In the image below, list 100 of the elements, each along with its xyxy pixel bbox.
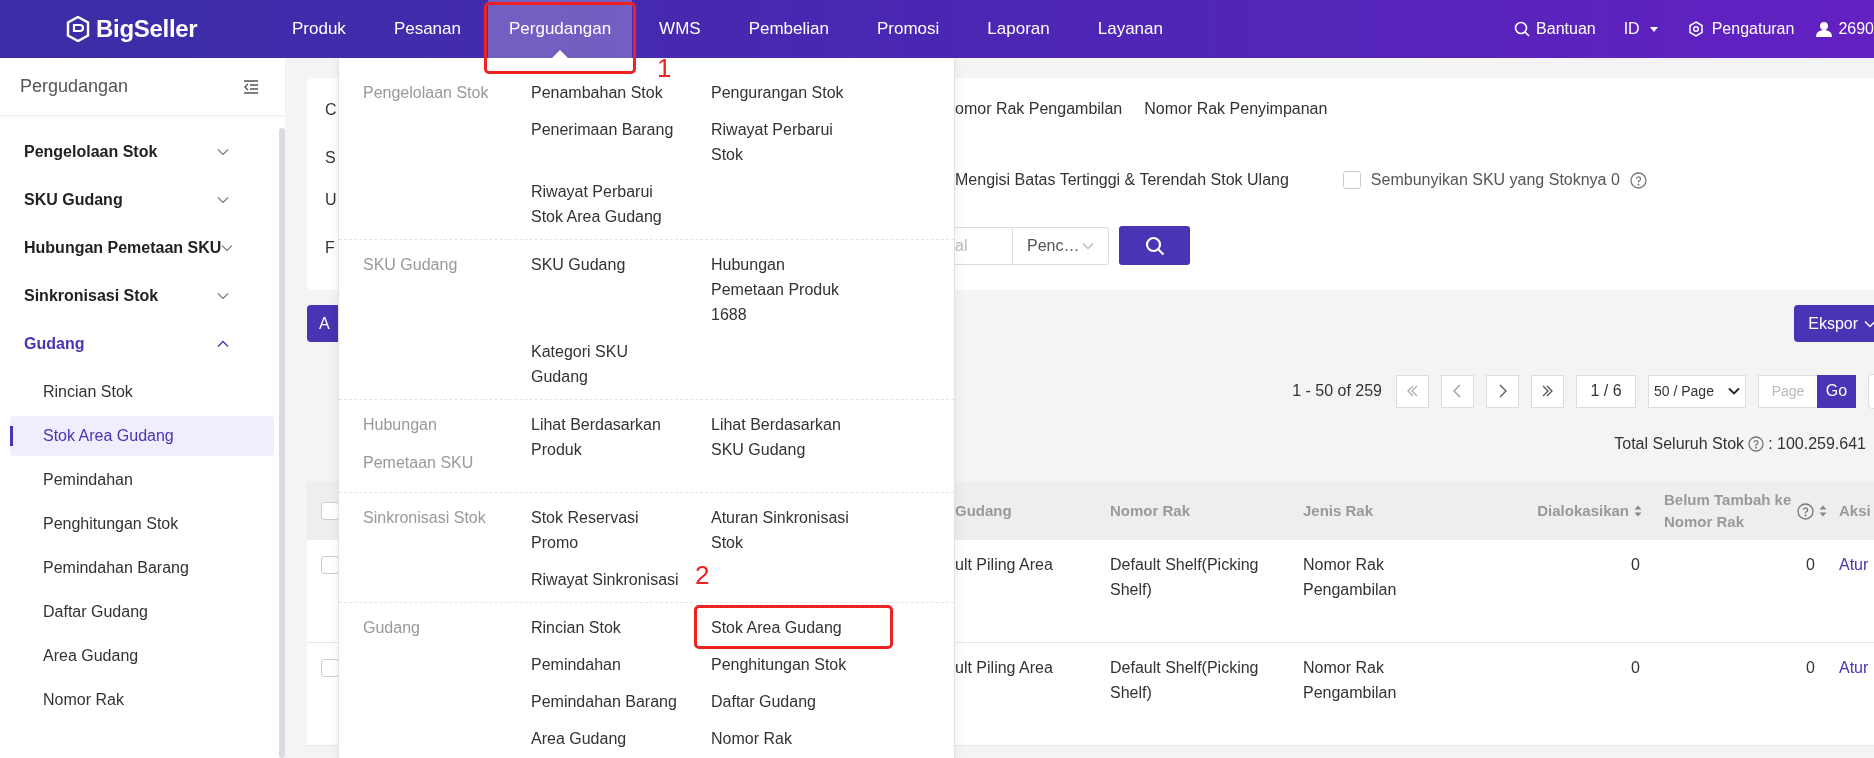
sidebar-group[interactable]: Gudang [0,320,277,368]
menu-item[interactable]: Rincian Stok [531,615,621,640]
first-page-icon [1406,384,1419,398]
menu-item[interactable]: Lihat Berdasarkan SKU Gudang [711,412,861,462]
sidebar-item[interactable]: Rincian Stok [10,372,274,412]
shelf-type-option[interactable]: omor Rak Pengambilan [955,97,1123,140]
sidebar-group[interactable]: Pengelolaan Stok [0,128,277,176]
menu-item[interactable]: Riwayat Perbarui Stok Area Gudang [531,179,686,229]
last-page-icon [1541,384,1554,398]
sidebar-item[interactable]: Daftar Gudang [10,592,274,632]
page-nav-button[interactable] [1486,374,1519,408]
column-header: Jenis Rak [1303,500,1374,521]
nav-item[interactable]: Promosi [855,0,961,58]
page-nav-button[interactable] [1531,374,1564,408]
action-link[interactable]: Atur [1839,556,1869,573]
language-select[interactable]: ID [1623,17,1658,41]
chevron-down-icon [1728,387,1740,395]
table-cell-text: 0 [1631,555,1640,575]
menu-item[interactable]: SKU Gudang [531,252,626,277]
nav-item[interactable]: Pesanan [372,0,482,58]
annotation-number: 2 [695,561,710,589]
menu-item[interactable]: Penambahan Stok [531,80,663,105]
help-link[interactable]: Bantuan [1514,17,1596,41]
chevron-down-icon [221,244,234,252]
filter-label: C [325,100,337,120]
menu-item[interactable]: Penghitungan Stok [711,652,847,677]
nav-item[interactable]: Laporan [966,0,1071,58]
total-stock-label: Total Seluruh Stok [1614,434,1745,454]
table-cell-text: ult Piling Area [955,555,1053,575]
column-header: Gudang [955,500,1012,521]
sidebar-item[interactable]: Pemindahan [10,460,274,500]
action-link[interactable]: Atur [1839,659,1869,676]
checkbox[interactable] [321,556,339,574]
export-button[interactable]: Ekspor [1794,305,1874,342]
settings-icon [1687,21,1704,37]
search-button[interactable] [1119,226,1190,265]
user-menu[interactable]: 2690 [1816,17,1874,41]
menu-item[interactable]: Pemindahan Barang [531,689,677,714]
checkbox[interactable] [321,659,339,677]
menu-item[interactable]: Stok Reservasi Promo [531,505,686,555]
menu-item[interactable]: Pemindahan [531,652,621,677]
menu-item[interactable]: Aturan Sinkronisasi Stok [711,505,861,555]
logo-icon [66,16,90,42]
chevron-down-icon [217,196,229,204]
user-icon [1816,21,1833,37]
page-jump-field[interactable]: Page [1758,374,1817,408]
menu-section-label: SKU Gudang [363,255,459,275]
sidebar-item[interactable]: Pemindahan Barang [10,548,274,588]
search-icon [1514,21,1531,37]
checkbox[interactable] [321,502,339,520]
sidebar-item[interactable]: Penghitungan Stok [10,504,274,544]
search-field[interactable]: al [955,226,1013,265]
sidebar-item[interactable]: Area Gudang [10,636,274,676]
menu-item[interactable]: Riwayat Perbarui Stok [711,117,861,167]
sidebar-item[interactable]: Stok Area Gudang [10,416,274,456]
menu-item[interactable]: Riwayat Sinkronisasi [531,567,679,592]
menu-item[interactable]: Hubungan Pemetaan Produk 1688 [711,252,861,327]
logo-text: BigSeller [96,14,198,44]
menu-section-label: Hubungan Pemetaan SKU [363,415,475,473]
menu-item[interactable]: Area Gudang [531,726,627,751]
menu-section-label: Sinkronisasi Stok [363,508,487,528]
page-size-select[interactable]: 50 / Page [1648,374,1746,408]
sidebar-group[interactable]: SKU Gudang [0,176,277,224]
filter-label: S [325,148,336,168]
menu-item[interactable]: Penerimaan Barang [531,117,674,142]
caret-icon [1649,26,1658,32]
settings-link[interactable]: Pengaturan [1687,17,1795,41]
nav-item[interactable]: Layanan [1076,0,1184,58]
help-icon [1748,436,1765,452]
menu-item[interactable]: Pengurangan Stok [711,80,844,105]
sidebar-group[interactable]: Sinkronisasi Stok [0,272,277,320]
action-button[interactable]: A [307,305,338,342]
nav-item[interactable]: Produk [271,0,367,58]
checkbox[interactable] [1342,171,1361,189]
menu-item[interactable]: Stok Area Gudang [711,615,842,640]
nav-item[interactable]: Pergudangan [488,0,633,58]
column-header: Dialokasikan [1537,500,1629,521]
sidebar-group[interactable]: Hubungan Pemetaan SKU [0,224,277,272]
page-nav-button[interactable] [1396,374,1429,408]
filter-label: U [325,190,337,210]
nav-item[interactable]: Pembelian [727,0,850,58]
menu-item[interactable]: Daftar Gudang [711,689,816,714]
search-type-select[interactable]: Penc… [1013,226,1109,265]
chevron-down-icon [217,148,229,156]
menu-item[interactable]: Kategori SKU Gudang [531,339,686,389]
filter-option-label: Mengisi Batas Tertinggi & Terendah Stok Ulang [955,170,1289,190]
menu-item[interactable]: Nomor Rak [711,726,792,751]
menu-item[interactable]: Lihat Berdasarkan Produk [531,412,686,462]
search-icon [1144,235,1165,256]
go-button[interactable]: Go [1817,374,1856,408]
table-cell-text: Nomor Rak Pengambilan [1303,555,1398,600]
collapse-icon [243,79,259,94]
shelf-type-option[interactable]: Nomor Rak Penyimpanan [1144,97,1328,140]
scrollbar[interactable] [279,128,285,758]
filter-label: F [325,238,335,258]
menu-section-label: Gudang [363,618,421,638]
column-header: Aksi [1839,500,1871,521]
menu-section-label: Pengelolaan Stok [363,83,490,103]
sidebar-item[interactable]: Nomor Rak [10,680,274,720]
page-nav-button[interactable] [1441,374,1474,408]
